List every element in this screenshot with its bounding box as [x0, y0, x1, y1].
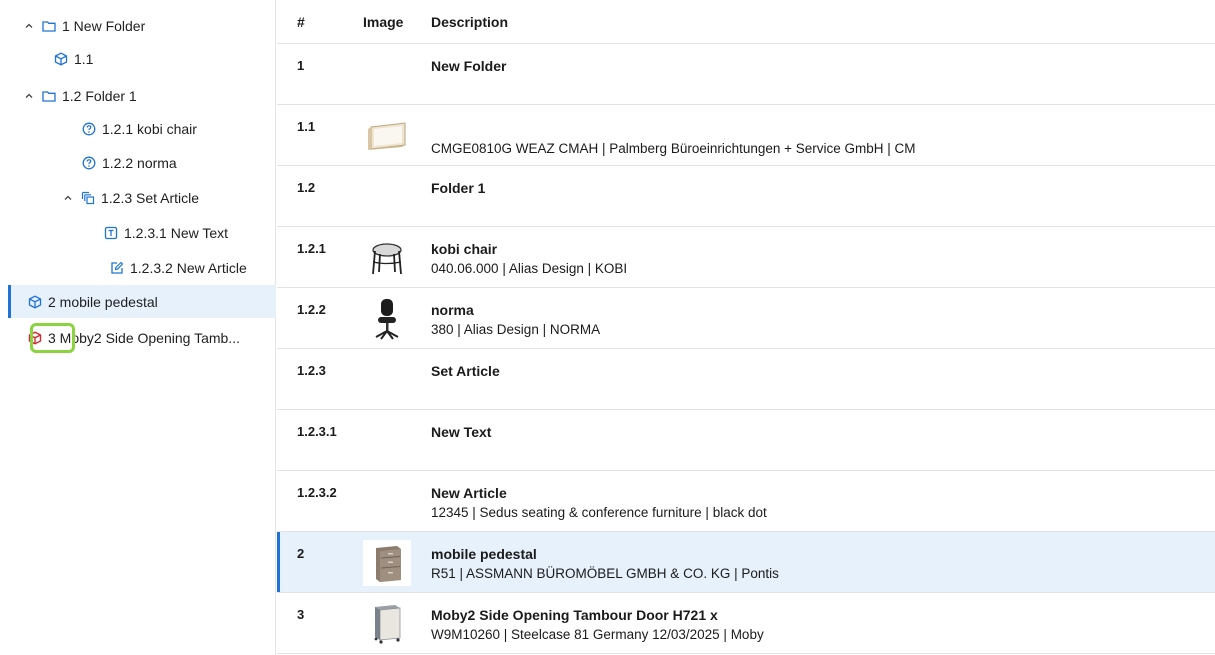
edit-icon: [110, 261, 124, 275]
row-subtitle: CMGE0810G WEAZ CMAH | Palmberg Büroeinri…: [431, 141, 916, 156]
folder-icon: [42, 19, 56, 33]
tree-item-1-2-3-2-new-article[interactable]: 1.2.3.2 New Article: [8, 251, 276, 284]
tree-item-3-moby2[interactable]: 3 Moby2 Side Opening Tamb...: [8, 321, 276, 354]
row-subtitle: 12345 | Sedus seating & conference furni…: [431, 505, 767, 520]
text-icon: [104, 226, 118, 240]
table-row[interactable]: 1.1 CMGE0810G WEAZ CMAH | Palmberg Büroe…: [277, 105, 1215, 166]
chair-thumbnail: [363, 235, 411, 281]
question-icon: [82, 156, 96, 170]
row-number: 1.2.2: [297, 302, 326, 317]
tree-item-1-2-3-1-new-text[interactable]: 1.2.3.1 New Text: [8, 216, 276, 249]
chevron-up-icon[interactable]: [61, 191, 75, 205]
row-number: 1.2.3: [297, 363, 326, 378]
tree-item-1-new-folder[interactable]: 1 New Folder: [8, 9, 276, 42]
tree-item-1-1[interactable]: 1.1: [8, 42, 276, 75]
row-subtitle: W9M10260 | Steelcase 81 Germany 12/03/20…: [431, 627, 764, 642]
folder-icon: [42, 89, 56, 103]
tree-item-1-2-folder-1[interactable]: 1.2 Folder 1: [8, 79, 276, 112]
tree-item-label: 1 New Folder: [62, 17, 146, 34]
column-header-number[interactable]: #: [297, 14, 305, 30]
article-table: # Image Description 1 New Folder 1.1 CMG…: [277, 0, 1215, 655]
row-number: 1: [297, 58, 305, 73]
tree-item-label: 1.2.2 norma: [102, 154, 177, 171]
table-row[interactable]: 3 Moby2 Side Opening Tambour Door H721 x…: [277, 593, 1215, 654]
row-title: New Text: [431, 424, 492, 440]
tree-item-1-2-2-norma[interactable]: 1.2.2 norma: [8, 146, 276, 179]
pedestal-thumbnail: [363, 540, 411, 586]
table-row[interactable]: 1.2 Folder 1: [277, 166, 1215, 227]
column-header-image[interactable]: Image: [363, 14, 403, 30]
chevron-up-icon[interactable]: [22, 89, 36, 103]
office-chair-thumbnail: [363, 296, 411, 342]
row-subtitle: 380 | Alias Design | NORMA: [431, 322, 601, 337]
table-row[interactable]: 1.2.3.1 New Text: [277, 410, 1215, 471]
table-row[interactable]: 1.2.1 kobi chair 040.06.000 | Alias Desi…: [277, 227, 1215, 288]
row-number: 1.2.3.2: [297, 485, 337, 500]
box-icon: [28, 295, 42, 309]
chevron-up-icon[interactable]: [22, 19, 36, 33]
tree-item-label: 1.2 Folder 1: [62, 87, 137, 104]
table-header: # Image Description: [277, 0, 1215, 44]
shelf-thumbnail: [363, 113, 411, 159]
row-title: New Article: [431, 485, 507, 501]
table-row[interactable]: 1 New Folder: [277, 44, 1215, 105]
column-header-description[interactable]: Description: [431, 14, 508, 30]
row-title: Folder 1: [431, 180, 486, 196]
tree-item-2-mobile-pedestal[interactable]: 2 mobile pedestal: [8, 285, 276, 318]
row-title: norma: [431, 302, 474, 318]
tree-item-label: 1.2.3.1 New Text: [124, 224, 229, 241]
row-title: Set Article: [431, 363, 500, 379]
row-number: 3: [297, 607, 305, 622]
row-number: 1.2.3.1: [297, 424, 337, 439]
tree-item-label: 1.2.1 kobi chair: [102, 120, 197, 137]
table-row[interactable]: 1.2.2 norma 380 | Alias Design | NORMA: [277, 288, 1215, 349]
box-icon: [54, 52, 68, 66]
row-title: New Folder: [431, 58, 507, 74]
row-number: 1.2.1: [297, 241, 326, 256]
question-icon: [82, 122, 96, 136]
tree-item-label: 2 mobile pedestal: [48, 293, 158, 310]
table-row[interactable]: 2 mobile pedestal R51 | ASSMANN BÜROMÖBE…: [277, 532, 1215, 593]
row-title: kobi chair: [431, 241, 498, 257]
tree-panel: 1 New Folder 1.1 1.2 Folder 1 1.2.1 kobi…: [8, 0, 276, 655]
row-subtitle: R51 | ASSMANN BÜROMÖBEL GMBH & CO. KG | …: [431, 566, 779, 581]
box-red-icon: [28, 331, 42, 345]
tree-item-label: 1.2.3.2 New Article: [130, 259, 247, 276]
cabinet-thumbnail: [363, 601, 411, 647]
row-number: 1.2: [297, 180, 316, 195]
tree-item-label: 1.2.3 Set Article: [101, 189, 200, 206]
row-title: Moby2 Side Opening Tambour Door H721 x: [431, 607, 718, 623]
row-number: 1.1: [297, 119, 316, 134]
tree-item-1-2-1-kobi-chair[interactable]: 1.2.1 kobi chair: [8, 112, 276, 145]
table-row[interactable]: 1.2.3 Set Article: [277, 349, 1215, 410]
tree-item-label: 3 Moby2 Side Opening Tamb...: [48, 329, 240, 346]
tree-item-label: 1.1: [74, 50, 94, 67]
row-subtitle: 040.06.000 | Alias Design | KOBI: [431, 261, 628, 276]
set-icon: [81, 191, 95, 205]
table-row[interactable]: 1.2.3.2 New Article 12345 | Sedus seatin…: [277, 471, 1215, 532]
tree-item-1-2-3-set-article[interactable]: 1.2.3 Set Article: [8, 181, 276, 214]
row-number: 2: [297, 546, 305, 561]
row-title: mobile pedestal: [431, 546, 537, 562]
